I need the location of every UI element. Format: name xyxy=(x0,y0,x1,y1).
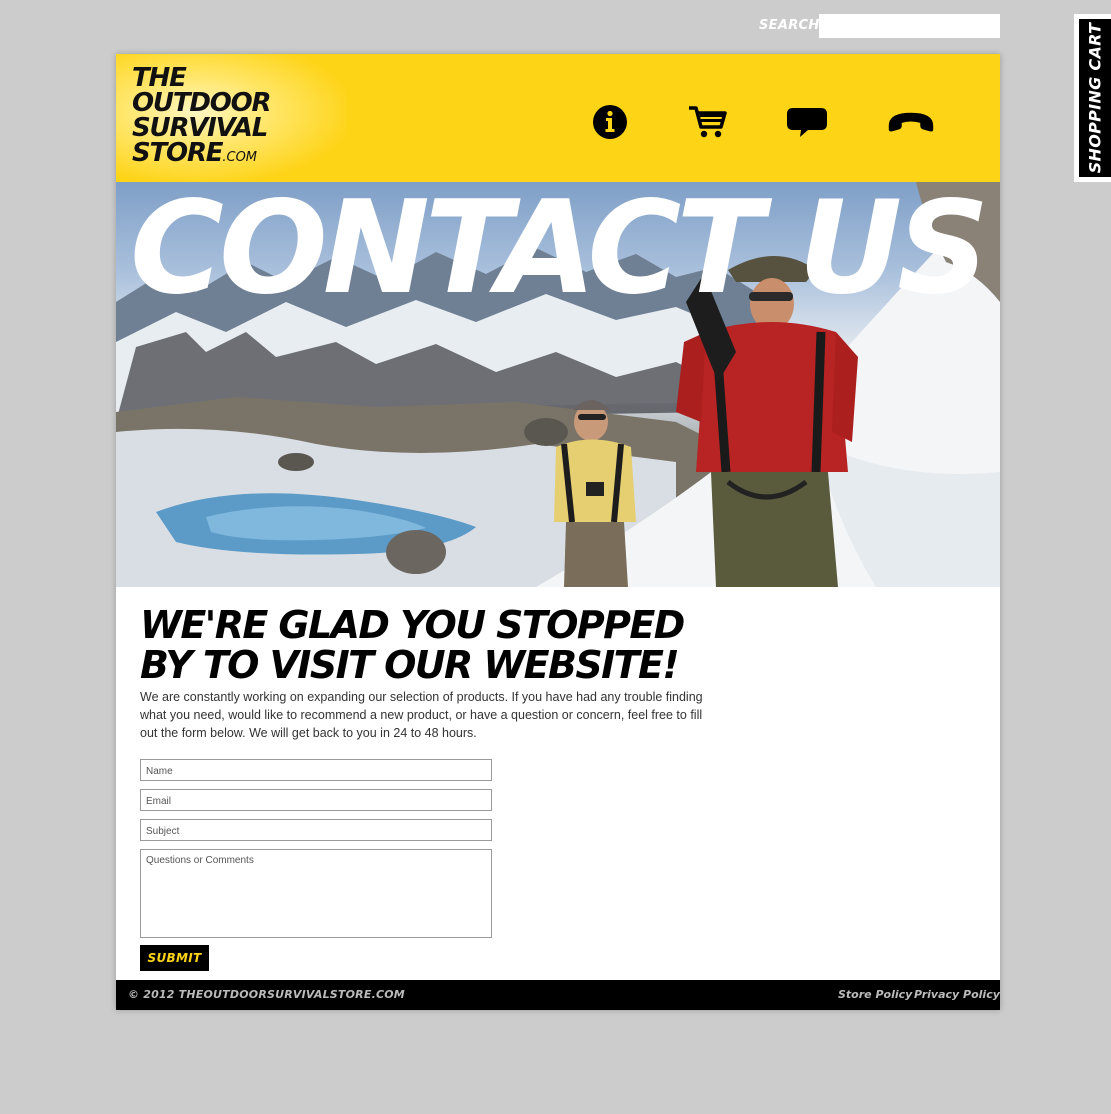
shopping-cart-icon xyxy=(689,106,727,138)
site-logo[interactable]: THE OUTDOOR SURVIVAL STORE.COM xyxy=(132,65,292,170)
phone-icon xyxy=(888,112,934,132)
page-container: THE OUTDOOR SURVIVAL STORE.COM CONTACT U… xyxy=(116,54,1000,1010)
privacy-policy-link[interactable]: Privacy Policy xyxy=(914,988,1000,1001)
shopping-cart-tab-label: SHOPPING CART xyxy=(1085,22,1105,174)
site-footer: © 2012 THEOUTDOORSURVIVALSTORE.COM Store… xyxy=(116,980,1000,1010)
submit-button[interactable]: SUBMIT xyxy=(140,945,209,971)
hero-title: CONTACT US xyxy=(130,182,989,323)
logo-com-suffix: .COM xyxy=(222,150,258,165)
headline-line-1: WE'RE GLAD YOU STOPPED xyxy=(140,603,685,647)
hero-banner: CONTACT US xyxy=(116,182,1000,587)
shopping-cart-tab[interactable]: SHOPPING CART xyxy=(1074,14,1111,182)
subject-field[interactable] xyxy=(140,819,492,841)
page-headline: WE'RE GLAD YOU STOPPED BY TO VISIT OUR W… xyxy=(140,605,740,685)
store-policy-link[interactable]: Store Policy xyxy=(838,988,912,1001)
nav-cart-button[interactable] xyxy=(683,102,733,142)
headline-line-2: BY TO VISIT OUR WEBSITE! xyxy=(140,643,680,687)
comments-field[interactable] xyxy=(140,849,492,938)
info-icon xyxy=(593,105,627,139)
email-field[interactable] xyxy=(140,789,492,811)
nav-chat-button[interactable] xyxy=(782,102,832,142)
logo-store-text: STORE xyxy=(132,138,224,168)
intro-paragraph: We are constantly working on expanding o… xyxy=(140,690,703,740)
site-header: THE OUTDOOR SURVIVAL STORE.COM xyxy=(116,54,1000,182)
copyright-text: © 2012 THEOUTDOORSURVIVALSTORE.COM xyxy=(128,988,405,1001)
name-field[interactable] xyxy=(140,759,492,781)
speech-bubble-icon xyxy=(787,108,827,137)
logo-line-4: STORE.COM xyxy=(132,138,292,170)
shopping-cart-tab-body[interactable]: SHOPPING CART xyxy=(1079,19,1111,177)
search-input[interactable] xyxy=(819,14,1000,38)
search-label: SEARCH xyxy=(759,18,820,33)
nav-info-button[interactable] xyxy=(585,102,635,142)
nav-phone-button[interactable] xyxy=(886,102,936,142)
